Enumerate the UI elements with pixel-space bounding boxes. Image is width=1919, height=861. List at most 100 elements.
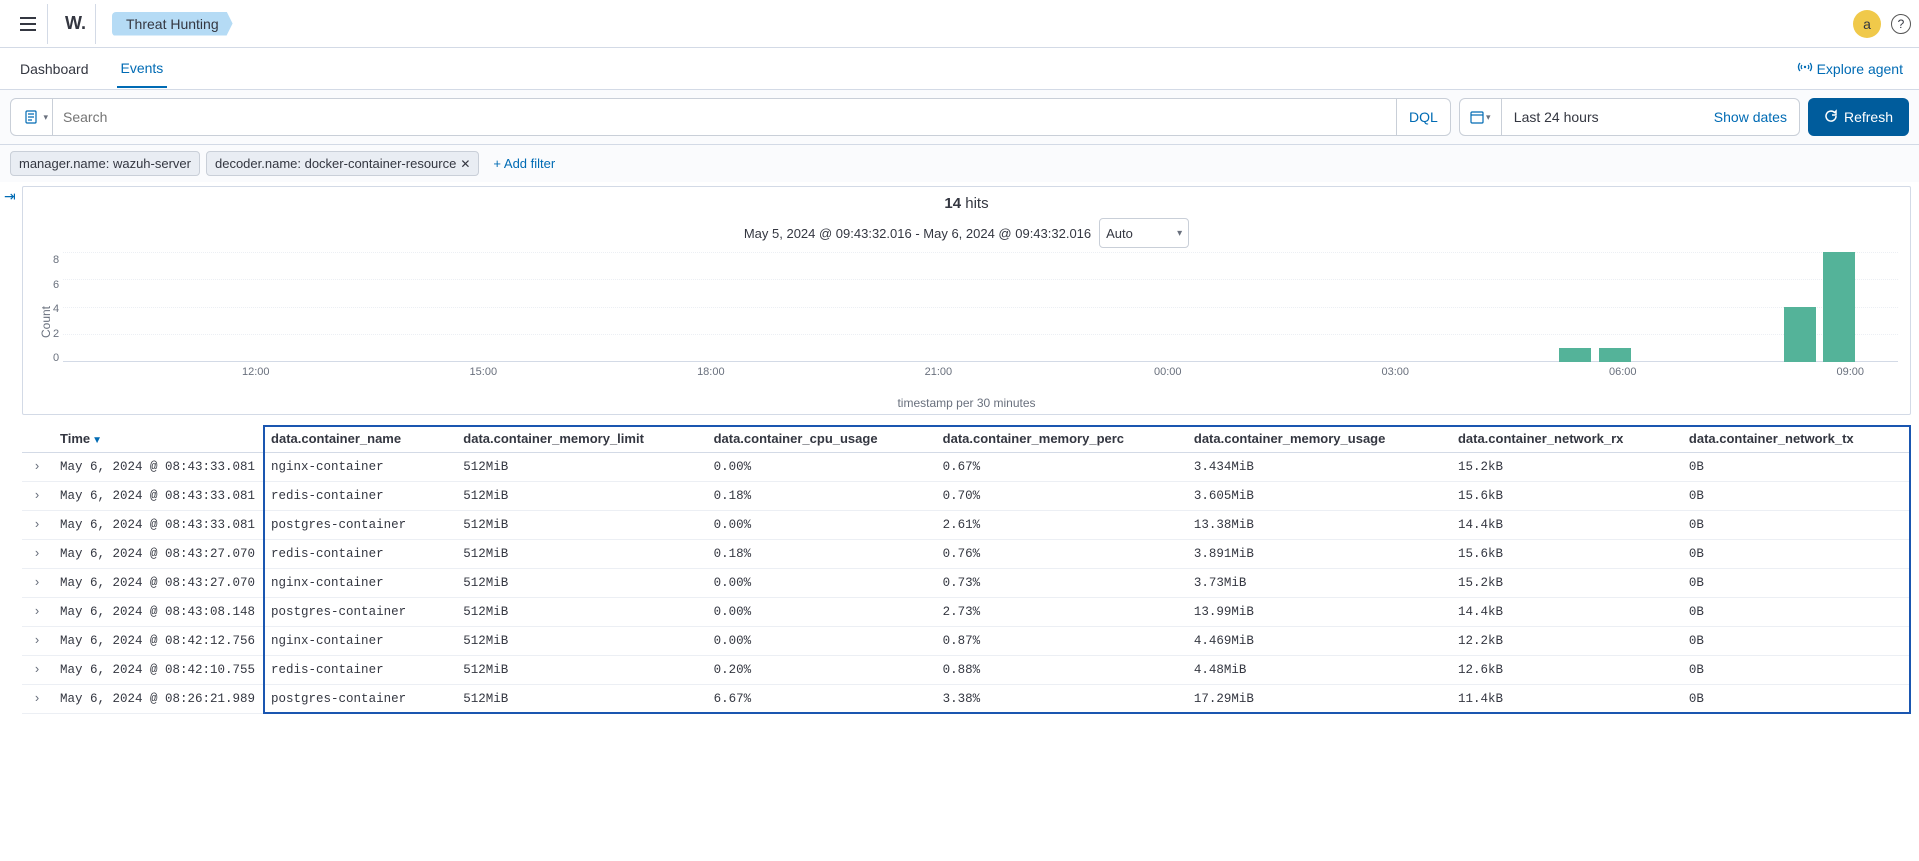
column-memory-limit[interactable]: data.container_memory_limit bbox=[455, 425, 705, 453]
cell-memory-perc: 0.87% bbox=[935, 627, 1186, 656]
cell-network-rx: 12.6kB bbox=[1450, 656, 1681, 685]
saved-queries-button[interactable]: ▾ bbox=[11, 99, 53, 135]
expand-row-button[interactable]: › bbox=[22, 482, 52, 511]
cell-memory-limit: 512MiB bbox=[455, 598, 705, 627]
avatar[interactable]: a bbox=[1853, 10, 1881, 38]
filter-label: manager.name: wazuh-server bbox=[19, 156, 191, 171]
close-icon[interactable]: ✕ bbox=[460, 157, 470, 171]
column-time[interactable]: Time▼ bbox=[52, 425, 263, 453]
cell-network-tx: 0B bbox=[1681, 540, 1911, 569]
plot-area[interactable]: 12:0015:0018:0021:0000:0003:0006:0009:00 bbox=[63, 252, 1898, 392]
cell-network-tx: 0B bbox=[1681, 627, 1911, 656]
column-cpu-usage[interactable]: data.container_cpu_usage bbox=[706, 425, 935, 453]
y-axis-ticks: 86420 bbox=[53, 254, 63, 364]
search-input[interactable] bbox=[53, 109, 1396, 125]
date-range-text: Last 24 hours bbox=[1502, 109, 1702, 125]
date-picker[interactable]: ▾ Last 24 hours Show dates bbox=[1459, 98, 1800, 136]
cell-memory-limit: 512MiB bbox=[455, 453, 705, 482]
table-row: ›May 6, 2024 @ 08:43:33.081postgres-cont… bbox=[22, 511, 1911, 540]
cell-memory-perc: 0.73% bbox=[935, 569, 1186, 598]
cell-cpu: 0.18% bbox=[706, 482, 935, 511]
add-filter-button[interactable]: + Add filter bbox=[485, 152, 563, 175]
expand-row-button[interactable]: › bbox=[22, 685, 52, 714]
column-network-tx[interactable]: data.container_network_tx bbox=[1681, 425, 1911, 453]
dql-toggle[interactable]: DQL bbox=[1396, 99, 1450, 135]
column-container-name[interactable]: data.container_name bbox=[263, 425, 455, 453]
histogram-bar[interactable] bbox=[1559, 348, 1591, 362]
cell-network-tx: 0B bbox=[1681, 598, 1911, 627]
top-bar: W. Threat Hunting a ? bbox=[0, 0, 1919, 48]
cell-network-rx: 14.4kB bbox=[1450, 511, 1681, 540]
expand-row-button[interactable]: › bbox=[22, 656, 52, 685]
explore-agent-link[interactable]: Explore agent bbox=[1797, 59, 1903, 78]
cell-memory-perc: 2.73% bbox=[935, 598, 1186, 627]
histogram-bar[interactable] bbox=[1823, 252, 1855, 362]
cell-memory-limit: 512MiB bbox=[455, 540, 705, 569]
cell-network-rx: 14.4kB bbox=[1450, 598, 1681, 627]
expand-row-button[interactable]: › bbox=[22, 627, 52, 656]
cell-cpu: 0.00% bbox=[706, 511, 935, 540]
time-range-text: May 5, 2024 @ 09:43:32.016 - May 6, 2024… bbox=[744, 226, 1091, 241]
cell-network-rx: 11.4kB bbox=[1450, 685, 1681, 714]
refresh-label: Refresh bbox=[1844, 109, 1893, 125]
expand-row-button[interactable]: › bbox=[22, 569, 52, 598]
column-network-rx[interactable]: data.container_network_rx bbox=[1450, 425, 1681, 453]
table-row: ›May 6, 2024 @ 08:43:27.070redis-contain… bbox=[22, 540, 1911, 569]
tab-events[interactable]: Events bbox=[117, 50, 168, 88]
expand-row-button[interactable]: › bbox=[22, 511, 52, 540]
cell-network-tx: 0B bbox=[1681, 511, 1911, 540]
cell-memory-limit: 512MiB bbox=[455, 569, 705, 598]
cell-time: May 6, 2024 @ 08:26:21.989 bbox=[52, 685, 263, 714]
tab-dashboard[interactable]: Dashboard bbox=[16, 51, 93, 87]
cell-memory-usage: 3.434MiB bbox=[1186, 453, 1450, 482]
filter-pill-decoder[interactable]: decoder.name: docker-container-resource … bbox=[206, 151, 479, 176]
logo[interactable]: W. bbox=[56, 4, 96, 44]
cell-memory-usage: 13.38MiB bbox=[1186, 511, 1450, 540]
events-table-panel: Time▼ data.container_name data.container… bbox=[22, 425, 1911, 714]
cell-memory-limit: 512MiB bbox=[455, 685, 705, 714]
y-axis-label: Count bbox=[35, 252, 53, 392]
expand-sidebar-icon[interactable]: ⇥ bbox=[4, 188, 16, 205]
chevron-down-icon: ▾ bbox=[1177, 228, 1182, 239]
cell-cpu: 0.00% bbox=[706, 569, 935, 598]
search-bar: ▾ DQL ▾ Last 24 hours Show dates Refresh bbox=[0, 90, 1919, 145]
column-memory-usage[interactable]: data.container_memory_usage bbox=[1186, 425, 1450, 453]
expand-column-header bbox=[22, 425, 52, 453]
cell-container-name: redis-container bbox=[263, 540, 455, 569]
breadcrumb-badge[interactable]: Threat Hunting bbox=[112, 12, 233, 36]
refresh-button[interactable]: Refresh bbox=[1808, 98, 1909, 136]
histogram-bar[interactable] bbox=[1599, 348, 1631, 362]
filters-row: manager.name: wazuh-server decoder.name:… bbox=[0, 145, 1919, 182]
cell-time: May 6, 2024 @ 08:43:27.070 bbox=[52, 540, 263, 569]
filter-label: decoder.name: docker-container-resource bbox=[215, 156, 456, 171]
cell-memory-perc: 2.61% bbox=[935, 511, 1186, 540]
tabs-row: Dashboard Events Explore agent bbox=[0, 48, 1919, 90]
expand-row-button[interactable]: › bbox=[22, 453, 52, 482]
show-dates-link[interactable]: Show dates bbox=[1702, 109, 1799, 125]
cell-network-rx: 15.2kB bbox=[1450, 569, 1681, 598]
cell-cpu: 6.67% bbox=[706, 685, 935, 714]
cell-memory-usage: 4.469MiB bbox=[1186, 627, 1450, 656]
x-axis-label: timestamp per 30 minutes bbox=[35, 396, 1898, 410]
cell-time: May 6, 2024 @ 08:42:12.756 bbox=[52, 627, 263, 656]
interval-select[interactable]: Auto ▾ bbox=[1099, 218, 1189, 248]
help-icon[interactable]: ? bbox=[1891, 14, 1911, 34]
filter-pill-manager[interactable]: manager.name: wazuh-server bbox=[10, 151, 200, 176]
menu-toggle-button[interactable] bbox=[8, 4, 48, 44]
cell-time: May 6, 2024 @ 08:42:10.755 bbox=[52, 656, 263, 685]
histogram-bar[interactable] bbox=[1784, 307, 1816, 362]
cell-cpu: 0.00% bbox=[706, 627, 935, 656]
cell-memory-limit: 512MiB bbox=[455, 656, 705, 685]
cell-network-rx: 15.6kB bbox=[1450, 540, 1681, 569]
cell-memory-limit: 512MiB bbox=[455, 511, 705, 540]
cell-container-name: redis-container bbox=[263, 482, 455, 511]
cell-container-name: postgres-container bbox=[263, 685, 455, 714]
expand-row-button[interactable]: › bbox=[22, 598, 52, 627]
column-memory-perc[interactable]: data.container_memory_perc bbox=[935, 425, 1186, 453]
cell-cpu: 0.18% bbox=[706, 540, 935, 569]
cell-container-name: nginx-container bbox=[263, 569, 455, 598]
cell-time: May 6, 2024 @ 08:43:08.148 bbox=[52, 598, 263, 627]
table-row: ›May 6, 2024 @ 08:43:33.081nginx-contain… bbox=[22, 453, 1911, 482]
expand-row-button[interactable]: › bbox=[22, 540, 52, 569]
cell-memory-perc: 3.38% bbox=[935, 685, 1186, 714]
